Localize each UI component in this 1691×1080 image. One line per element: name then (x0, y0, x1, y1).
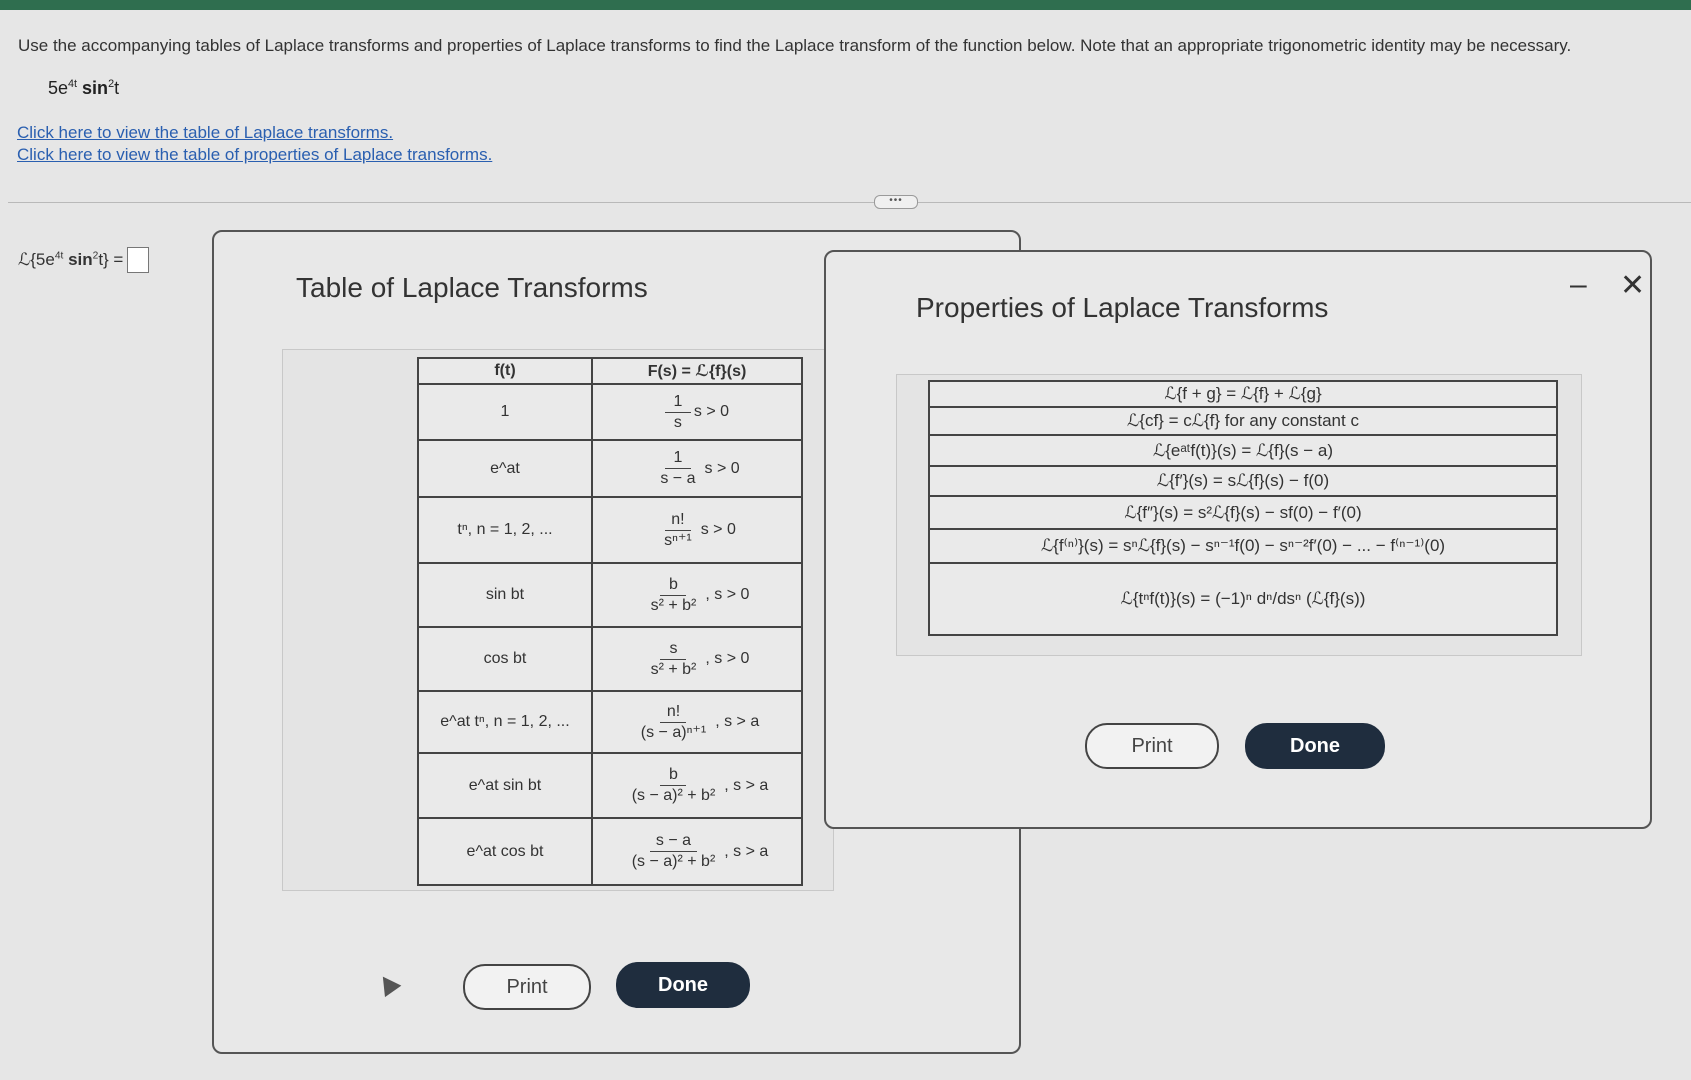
fs-cell: 1ss > 0 (591, 383, 803, 441)
numerator: n! (660, 702, 687, 723)
answer-expression: ℒ{5e4t sin2t} = (18, 250, 124, 269)
fraction: b (s − a)² + b² (626, 765, 722, 806)
fs-cell: n! sⁿ⁺¹ s > 0 (591, 496, 803, 564)
property-cell: ℒ{cf} = cℒ{f} for any constant c (928, 406, 1558, 436)
property-row: ℒ{f⁽ⁿ⁾}(s) = sⁿℒ{f}(s) − sⁿ⁻¹f(0) − sⁿ⁻²… (928, 528, 1558, 564)
fraction: 1s − a (654, 448, 701, 489)
property-cell: ℒ{f⁽ⁿ⁾}(s) = sⁿℒ{f}(s) − sⁿ⁻¹f(0) − sⁿ⁻²… (928, 528, 1558, 564)
fs-cell: b (s − a)² + b², s > a (591, 752, 803, 819)
condition: , s > a (724, 842, 769, 860)
property-row: ℒ{f′}(s) = sℒ{f}(s) − f(0) (928, 465, 1558, 497)
fs-cell: b s² + b², s > 0 (591, 562, 803, 628)
header-ft: f(t) (417, 357, 593, 385)
table-row: sin bt b s² + b², s > 0 (417, 562, 803, 628)
denominator: (s − a)ⁿ⁺¹ (640, 723, 707, 741)
table-row: e^at sin bt b (s − a)² + b², s > a (417, 752, 803, 819)
dialog-title: Properties of Laplace Transforms (916, 292, 1329, 323)
table-row: e^at cos bt s − a (s − a)² + b², s > a (417, 817, 803, 886)
property-cell: ℒ{f + g} = ℒ{f} + ℒ{g} (928, 380, 1558, 408)
denominator: s² + b² (650, 660, 697, 678)
property-row: ℒ{tⁿf(t)}(s) = (−1)ⁿ dⁿ/dsⁿ (ℒ{f}(s)) (928, 562, 1558, 636)
numerator: b (660, 765, 687, 786)
close-icon[interactable]: ✕ (1620, 268, 1645, 303)
answer-row: ℒ{5e4t sin2t} = (18, 247, 150, 273)
numerator: n! (664, 510, 691, 531)
denominator: s (673, 413, 682, 431)
numerator: b (660, 575, 687, 596)
ft-cell: e^at (417, 439, 593, 498)
laplace-properties-table: ℒ{f + g} = ℒ{f} + ℒ{g} ℒ{cf} = cℒ{f} for … (928, 380, 1558, 636)
fs-cell: 1s − as > 0 (591, 439, 803, 498)
laplace-properties-link[interactable]: Click here to view the table of properti… (17, 144, 492, 166)
fraction: n! (s − a)ⁿ⁺¹ (635, 702, 712, 743)
numerator: s (660, 639, 687, 660)
fs-cell: s s² + b², s > 0 (591, 626, 803, 692)
table-row: e^at tⁿ, n = 1, 2, ... n! (s − a)ⁿ⁺¹, s > … (417, 690, 803, 754)
ft-cell: cos bt (417, 626, 593, 692)
denominator: sⁿ⁺¹ (664, 531, 692, 549)
minimize-icon[interactable]: – (1570, 268, 1587, 302)
condition: , s > 0 (705, 650, 750, 667)
property-row: ℒ{eᵃᵗf(t)}(s) = ℒ{f}(s − a) (928, 434, 1558, 467)
ft-cell: e^at cos bt (417, 817, 593, 886)
dialog-title: Table of Laplace Transforms (296, 272, 648, 303)
question-text: Use the accompanying tables of Laplace t… (18, 36, 1572, 55)
laplace-transforms-table: f(t) F(s) = ℒ{f}(s) 11ss > 0 e^at 1 s − as … (417, 357, 803, 886)
condition: s > 0 (693, 403, 730, 420)
condition: s > 0 (700, 521, 736, 538)
laplace-table-link[interactable]: Click here to view the table of Laplace … (17, 122, 492, 144)
ft-cell: 1 (417, 383, 593, 441)
table-row: cos bt s s² + b², s > 0 (417, 626, 803, 692)
property-row: ℒ{f″}(s) = s²ℒ{f}(s) − sf(0) − f′(0) (928, 495, 1558, 530)
numerator: 1 (664, 448, 691, 469)
print-button[interactable]: Print (463, 964, 591, 1010)
condition: s > 0 (704, 459, 740, 477)
property-cell: ℒ{f′}(s) = sℒ{f}(s) − f(0) (928, 465, 1558, 497)
fraction: n! sⁿ⁺¹ (658, 510, 698, 551)
header-fs: F(s) = ℒ{f}(s) (591, 357, 803, 385)
property-row: ℒ{cf} = cℒ{f} for any constant c (928, 406, 1558, 436)
condition: , s > 0 (705, 586, 750, 603)
done-button[interactable]: Done (616, 962, 750, 1008)
fs-cell: s − a (s − a)² + b², s > a (591, 817, 803, 886)
properties-print-button[interactable]: Print (1085, 723, 1219, 769)
help-links: Click here to view the table of Laplace … (17, 122, 492, 166)
ft-cell: tⁿ, n = 1, 2, ... (417, 496, 593, 564)
numerator: 1 (664, 392, 691, 413)
fraction: s − a (s − a)² + b² (626, 831, 722, 872)
property-cell: ℒ{eᵃᵗf(t)}(s) = ℒ{f}(s − a) (928, 434, 1558, 467)
denominator: (s − a)² + b² (631, 853, 716, 870)
table-row: e^at 1 s − as > 0 (417, 439, 803, 498)
property-cell: ℒ{f″}(s) = s²ℒ{f}(s) − sf(0) − f′(0) (928, 495, 1558, 530)
fraction: b s² + b² (645, 575, 703, 616)
property-cell: ℒ{tⁿf(t)}(s) = (−1)ⁿ dⁿ/dsⁿ (ℒ{f}(s)) (928, 562, 1558, 636)
condition: , s > a (724, 776, 769, 794)
denominator: s − a (660, 470, 696, 487)
table-row: 11ss > 0 (417, 383, 803, 441)
ft-cell: e^at sin bt (417, 752, 593, 819)
fs-cell: n! (s − a)ⁿ⁺¹, s > a (591, 690, 803, 754)
ft-cell: sin bt (417, 562, 593, 628)
property-row: ℒ{f + g} = ℒ{f} + ℒ{g} (928, 380, 1558, 408)
denominator: s² + b² (650, 596, 697, 614)
denominator: (s − a)² + b² (631, 787, 716, 804)
numerator: s − a (649, 831, 698, 852)
properties-done-button[interactable]: Done (1245, 723, 1385, 769)
divider (8, 202, 1691, 203)
answer-input[interactable] (127, 247, 150, 273)
function-expression: 5e4t sin2t (48, 78, 120, 98)
more-button[interactable]: ••• (874, 195, 918, 209)
table-row: tⁿ, n = 1, 2, ... n! sⁿ⁺¹ s > 0 (417, 496, 803, 564)
fraction: s s² + b² (645, 639, 703, 680)
top-bar (0, 0, 1691, 10)
ft-cell: e^at tⁿ, n = 1, 2, ... (417, 690, 593, 754)
fraction: 1s (664, 392, 691, 433)
condition: , s > a (715, 713, 760, 730)
